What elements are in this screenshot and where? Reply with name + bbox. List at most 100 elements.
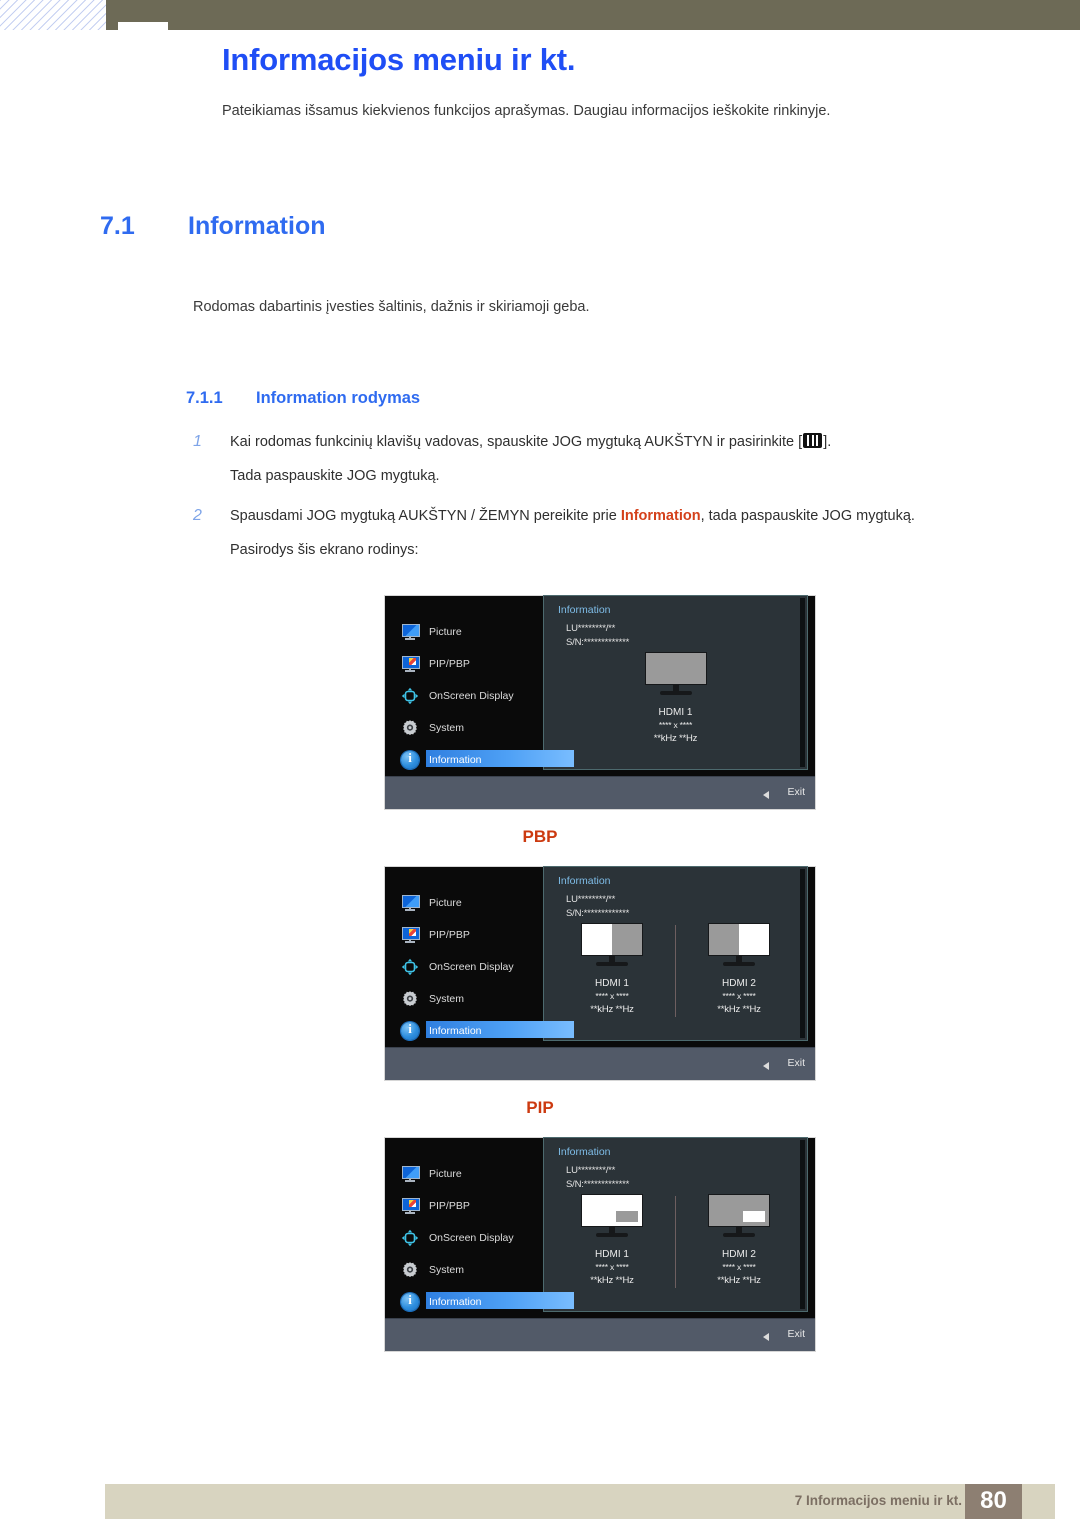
step-number: 2 xyxy=(193,507,202,524)
osd-exit-label[interactable]: Exit xyxy=(787,1328,805,1340)
pip-pbp-monitor-icon xyxy=(401,926,420,944)
info-circle-icon xyxy=(401,750,419,769)
gear-icon xyxy=(401,1261,419,1279)
section-heading: 7.1 Information xyxy=(100,212,326,241)
gear-icon xyxy=(401,990,419,1008)
osd-serial-line: S/N:************* xyxy=(566,637,630,648)
osd-menu-item-pip-pbp[interactable]: PIP/PBP xyxy=(385,648,543,680)
monitor-resolution: **** x **** xyxy=(595,991,629,1001)
osd-menu-item-information[interactable]: Information xyxy=(385,1286,574,1318)
osd-model-line: LU********/** xyxy=(566,894,616,905)
osd-menu-item-onscreen-display[interactable]: OnScreen Display xyxy=(385,951,543,983)
monitor-stand-base xyxy=(723,962,755,966)
osd-exit-label[interactable]: Exit xyxy=(787,786,805,798)
monitor-caption: HDMI 1 **** x **** **kHz **Hz xyxy=(653,706,698,745)
onscreen-display-arrows-icon xyxy=(401,1229,419,1247)
osd-serial-line: S/N:************* xyxy=(566,908,630,919)
subsection-heading: 7.1.1 Information rodymas xyxy=(186,389,420,408)
list-item: 2 Spausdami JOG mygtuką AUKŠTYN / ŽEMYN … xyxy=(193,499,1003,567)
osd-screenshot-pip: Picture PIP/PBP OnScreen Display System … xyxy=(384,1137,816,1352)
osd-serial-line: S/N:************* xyxy=(566,1179,630,1190)
osd-monitor-column: HDMI 2 **** x **** **kHz **Hz xyxy=(690,923,788,1033)
osd-menu-item-label: System xyxy=(429,993,465,1005)
step-text-tail: ]. xyxy=(823,434,832,450)
info-circle-icon xyxy=(401,1021,419,1040)
step-text-line2: Tada paspauskite JOG mygtuką. xyxy=(230,468,440,484)
monitor-frequency: **kHz **Hz xyxy=(590,1275,634,1286)
osd-panel-scrollbar[interactable] xyxy=(800,869,805,1038)
osd-menu-sidebar: Picture PIP/PBP OnScreen Display System … xyxy=(385,1138,574,1318)
monitor-graphic xyxy=(644,652,707,697)
monitor-frequency: **kHz **Hz xyxy=(717,1275,761,1286)
osd-menu-item-pip-pbp[interactable]: PIP/PBP xyxy=(385,919,543,951)
osd-exit-label[interactable]: Exit xyxy=(787,1057,805,1069)
monitor-screen xyxy=(644,652,707,685)
step-highlight-keyword: Information xyxy=(620,508,701,524)
osd-screenshot-pbp: Picture PIP/PBP OnScreen Display System … xyxy=(384,866,816,1081)
osd-body: Picture PIP/PBP OnScreen Display System … xyxy=(385,595,815,776)
osd-information-panel: Information LU********/** S/N:**********… xyxy=(543,1137,808,1312)
osd-menu-item-picture[interactable]: Picture xyxy=(385,1158,543,1190)
pip-pbp-monitor-icon xyxy=(401,1197,420,1215)
step-text-tail: , tada paspauskite JOG mygtuką. xyxy=(700,508,915,524)
osd-footer-bar: Exit xyxy=(385,1318,815,1351)
picture-monitor-icon xyxy=(401,894,420,912)
monitor-resolution: **** x **** xyxy=(722,1262,756,1272)
osd-panel-scrollbar[interactable] xyxy=(800,598,805,767)
osd-menu-item-system[interactable]: System xyxy=(385,1254,543,1286)
osd-menu-item-system[interactable]: System xyxy=(385,983,543,1015)
left-triangle-icon[interactable] xyxy=(763,791,769,799)
monitor-caption: HDMI 1 **** x **** **kHz **Hz xyxy=(590,1248,634,1287)
monitor-stand-base xyxy=(659,691,692,695)
osd-menu-item-label: System xyxy=(429,722,465,734)
monitor-frequency: **kHz **Hz xyxy=(717,1004,761,1015)
osd-menu-item-system[interactable]: System xyxy=(385,712,543,744)
section-intro-text: Rodomas dabartinis įvesties šaltinis, da… xyxy=(193,299,590,315)
monitor-graphic xyxy=(708,1194,770,1239)
hatch-pattern-decoration xyxy=(0,0,106,30)
osd-menu-item-label: PIP/PBP xyxy=(429,658,470,670)
osd-menu-item-pip-pbp[interactable]: PIP/PBP xyxy=(385,1190,543,1222)
osd-menu-item-onscreen-display[interactable]: OnScreen Display xyxy=(385,1222,543,1254)
osd-model-line: LU********/** xyxy=(566,623,616,634)
monitor-input-label: HDMI 2 xyxy=(722,978,756,989)
osd-menu-item-label: System xyxy=(429,1264,465,1276)
monitor-input-label: HDMI 1 xyxy=(595,1249,629,1260)
osd-panel-title: Information xyxy=(558,875,611,887)
osd-menu-item-picture[interactable]: Picture xyxy=(385,616,543,648)
monitor-divider xyxy=(675,925,676,1017)
osd-menu-item-onscreen-display[interactable]: OnScreen Display xyxy=(385,680,543,712)
step-text: Kai rodomas funkcinių klavišų vadovas, s… xyxy=(230,434,803,450)
step-number: 1 xyxy=(193,433,202,450)
footer-chapter-text: 7 Informacijos meniu ir kt. xyxy=(794,1493,962,1508)
osd-panel-scrollbar[interactable] xyxy=(800,1140,805,1309)
osd-menu-item-information[interactable]: Information xyxy=(385,744,574,776)
monitor-graphic xyxy=(581,1194,643,1239)
monitor-frequency: **kHz **Hz xyxy=(590,1004,634,1015)
monitor-screen xyxy=(708,1194,770,1227)
osd-monitor-column: HDMI 2 **** x **** **kHz **Hz xyxy=(690,1194,788,1304)
left-triangle-icon[interactable] xyxy=(763,1333,769,1341)
monitor-input-label: HDMI 1 xyxy=(595,978,629,989)
gear-icon xyxy=(401,719,419,737)
osd-model-line: LU********/** xyxy=(566,1165,616,1176)
osd-monitor-column: HDMI 1 **** x **** **kHz **Hz xyxy=(627,652,725,762)
monitor-frequency: **kHz **Hz xyxy=(653,733,698,744)
osd-menu-item-information[interactable]: Information xyxy=(385,1015,574,1047)
monitor-input-label: HDMI 2 xyxy=(722,1249,756,1260)
picture-monitor-icon xyxy=(401,623,420,641)
osd-menu-item-picture[interactable]: Picture xyxy=(385,887,543,919)
monitor-caption: HDMI 2 **** x **** **kHz **Hz xyxy=(717,1248,761,1287)
left-triangle-icon[interactable] xyxy=(763,1062,769,1070)
page-intro-text: Pateikiamas išsamus kiekvienos funkcijos… xyxy=(222,103,831,119)
page-title: Informacijos meniu ir kt. xyxy=(222,42,576,77)
osd-menu-item-label: Picture xyxy=(429,626,462,638)
osd-menu-item-label: PIP/PBP xyxy=(429,1200,470,1212)
monitor-resolution: **** x **** xyxy=(658,720,693,730)
step-text: Spausdami JOG mygtuką AUKŠTYN / ŽEMYN pe… xyxy=(230,508,621,524)
mode-label-pip: PIP xyxy=(526,1098,554,1117)
subsection-title: Information rodymas xyxy=(256,389,421,407)
steps-list: 1 Kai rodomas funkcinių klavišų vadovas,… xyxy=(193,425,1003,573)
osd-screenshot-single: Picture PIP/PBP OnScreen Display System … xyxy=(384,595,816,810)
osd-footer-bar: Exit xyxy=(385,776,815,809)
